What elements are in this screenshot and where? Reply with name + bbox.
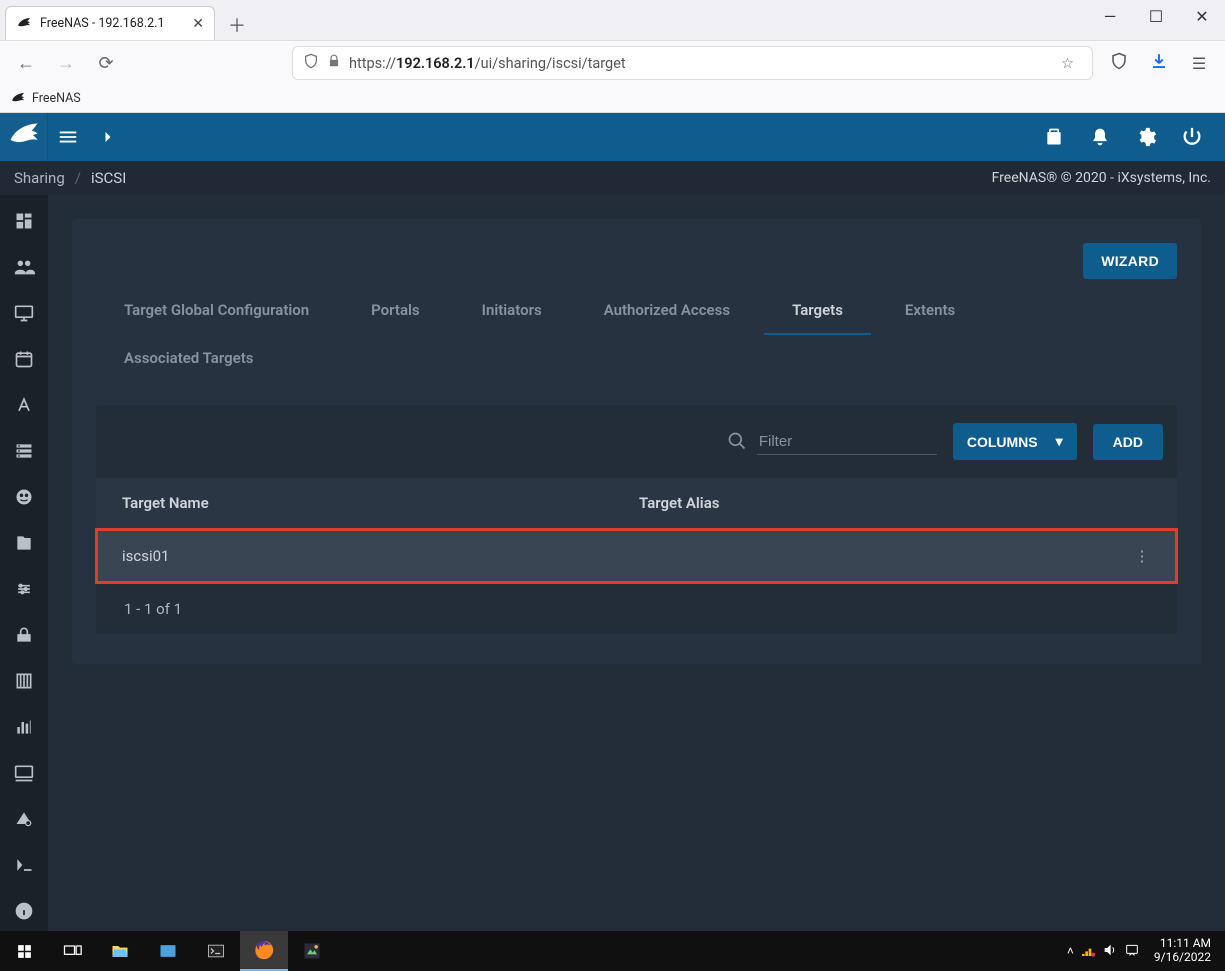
columns-label: COLUMNS [967, 434, 1038, 450]
side-nav [0, 195, 48, 931]
gear-icon[interactable] [1123, 113, 1169, 161]
bookmarks-toolbar: FreeNAS [0, 85, 1225, 113]
bookmark-item[interactable]: FreeNAS [32, 91, 81, 106]
star-icon[interactable]: ☆ [1061, 55, 1074, 72]
row-actions-icon[interactable]: ⋮ [1135, 547, 1150, 565]
tray-notifications-icon[interactable] [1124, 942, 1140, 961]
breadcrumb-current: iSCSI [91, 169, 126, 187]
filter-input[interactable] [757, 429, 937, 455]
app-logo[interactable] [0, 113, 48, 161]
table-pager: 1 - 1 of 1 [96, 583, 1177, 634]
task-view-icon[interactable] [48, 931, 96, 971]
tab-global-config[interactable]: Target Global Configuration [96, 287, 337, 335]
col-target-name[interactable]: Target Name [96, 478, 613, 529]
table-row[interactable]: iscsi01 ⋮ [96, 529, 1177, 584]
tab-extents[interactable]: Extents [877, 287, 983, 335]
targets-table: Target Name Target Alias iscsi01 ⋮ [96, 478, 1177, 583]
browser-chrome: FreeNAS - 192.168.2.1 ✕ ＋ ― ☐ ✕ ← → ⟳ ht… [0, 0, 1225, 85]
power-icon[interactable] [1169, 113, 1215, 161]
browser-tab[interactable]: FreeNAS - 192.168.2.1 ✕ [5, 6, 215, 40]
window-close-icon[interactable]: ✕ [1179, 0, 1225, 32]
wizard-button[interactable]: WIZARD [1083, 243, 1177, 279]
cell-target-alias [613, 529, 1107, 584]
nav-plugins-icon[interactable] [0, 615, 48, 655]
pocket-icon[interactable] [1105, 52, 1133, 74]
tray-network-icon[interactable] [1080, 942, 1096, 961]
taskbar-app-icon-1[interactable] [144, 931, 192, 971]
tab-authorized-access[interactable]: Authorized Access [576, 287, 758, 335]
freenas-favicon [16, 16, 32, 32]
file-explorer-icon[interactable] [96, 931, 144, 971]
bookmark-favicon [10, 91, 26, 107]
nav-accounts-icon[interactable] [0, 247, 48, 287]
footer-copyright: FreeNAS® © 2020 - iXsystems, Inc. [992, 170, 1211, 186]
nav-storage-icon[interactable] [0, 431, 48, 471]
tab-portals[interactable]: Portals [343, 287, 448, 335]
main-content: WIZARD Target Global Configuration Porta… [48, 195, 1225, 931]
nav-sharing-icon[interactable] [0, 523, 48, 563]
taskbar-clock[interactable]: 11:11 AM 9/16/2022 [1146, 935, 1219, 967]
url-field[interactable]: https://192.168.2.1/ui/sharing/iscsi/tar… [292, 46, 1093, 80]
search-icon [727, 431, 747, 455]
bell-icon[interactable] [1077, 113, 1123, 161]
tray-chevron-icon[interactable]: ˄ [1067, 944, 1074, 958]
hamburger-menu-icon[interactable]: ☰ [1185, 54, 1213, 73]
nav-network-icon[interactable] [0, 385, 48, 425]
iscsi-tabs: Target Global Configuration Portals Init… [96, 287, 1177, 383]
terminal-icon[interactable] [192, 931, 240, 971]
chevron-right-icon[interactable] [88, 113, 128, 161]
nav-tasks-icon[interactable] [0, 339, 48, 379]
address-bar: ← → ⟳ https://192.168.2.1/ui/sharing/isc… [0, 40, 1225, 85]
col-target-alias[interactable]: Target Alias [613, 478, 1107, 529]
nav-reporting-icon[interactable] [0, 707, 48, 747]
breadcrumb-separator: / [75, 169, 81, 187]
nav-info-icon[interactable] [0, 891, 48, 931]
firefox-icon[interactable] [240, 931, 288, 971]
tab-close-icon[interactable]: ✕ [192, 16, 204, 32]
tab-associated-targets[interactable]: Associated Targets [96, 335, 281, 383]
start-button[interactable] [0, 931, 48, 971]
chevron-down-icon: ▾ [1056, 433, 1063, 450]
nav-forward-icon[interactable]: → [52, 53, 80, 74]
clock-time: 11:11 AM [1154, 937, 1211, 951]
taskbar-app-icon-2[interactable] [288, 931, 336, 971]
url-text: https://192.168.2.1/ui/sharing/iscsi/tar… [349, 55, 626, 72]
tab-title: FreeNAS - 192.168.2.1 [40, 16, 164, 31]
iscsi-card: WIZARD Target Global Configuration Porta… [72, 219, 1201, 664]
window-maximize-icon[interactable]: ☐ [1133, 0, 1179, 32]
cell-target-name: iscsi01 [96, 529, 613, 584]
breadcrumb-root[interactable]: Sharing [14, 169, 65, 187]
nav-shell-icon[interactable] [0, 845, 48, 885]
nav-reload-icon[interactable]: ⟳ [92, 53, 120, 74]
targets-table-container: COLUMNS ▾ ADD Target Name Target Alias [96, 405, 1177, 634]
window-controls: ― ☐ ✕ [1087, 0, 1225, 32]
window-minimize-icon[interactable]: ― [1087, 0, 1133, 32]
system-tray: ˄ 11:11 AM 9/16/2022 [1067, 935, 1225, 967]
downloads-icon[interactable] [1145, 52, 1173, 74]
clock-date: 9/16/2022 [1154, 951, 1211, 965]
app-topbar [0, 113, 1225, 161]
breadcrumb-bar: Sharing / iSCSI FreeNAS® © 2020 - iXsyst… [0, 161, 1225, 195]
nav-dashboard-icon[interactable] [0, 201, 48, 241]
shield-icon [303, 53, 319, 73]
nav-jails-icon[interactable] [0, 661, 48, 701]
new-tab-button[interactable]: ＋ [221, 10, 253, 40]
columns-button[interactable]: COLUMNS ▾ [953, 423, 1077, 460]
clipboard-icon[interactable] [1031, 113, 1077, 161]
windows-taskbar: ˄ 11:11 AM 9/16/2022 [0, 931, 1225, 971]
sidenav-toggle-icon[interactable] [48, 113, 88, 161]
nav-services-icon[interactable] [0, 569, 48, 609]
nav-back-icon[interactable]: ← [12, 53, 40, 74]
nav-system-icon[interactable] [0, 293, 48, 333]
nav-vm-icon[interactable] [0, 753, 48, 793]
freenas-app: Sharing / iSCSI FreeNAS® © 2020 - iXsyst… [0, 113, 1225, 931]
add-button[interactable]: ADD [1093, 424, 1163, 460]
tab-strip: FreeNAS - 192.168.2.1 ✕ ＋ ― ☐ ✕ [0, 0, 1225, 40]
nav-directory-icon[interactable] [0, 477, 48, 517]
nav-display-icon[interactable] [0, 799, 48, 839]
lock-icon [327, 54, 341, 72]
tray-volume-icon[interactable] [1102, 942, 1118, 961]
tab-targets[interactable]: Targets [764, 287, 871, 335]
tab-initiators[interactable]: Initiators [454, 287, 570, 335]
